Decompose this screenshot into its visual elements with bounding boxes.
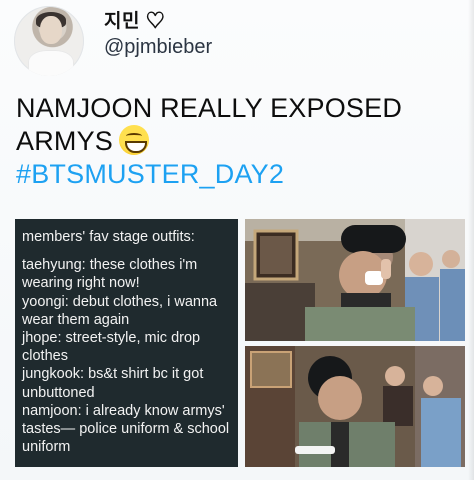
screenshot-line: tastes— police uniform & school: [22, 421, 230, 438]
tweet-line-2: ARMYS: [16, 125, 456, 158]
screenshot-line: unbuttoned: [22, 384, 95, 401]
tweet-line-1: NAMJOON REALLY EXPOSED: [16, 93, 403, 123]
user-handle[interactable]: @pjmbieber: [104, 36, 212, 59]
avatar-shirt: [28, 50, 74, 76]
edge-shadow: [468, 0, 474, 480]
photo-bottom[interactable]: [245, 346, 465, 467]
screenshot-line: taehyung: these clothes i'm: [22, 257, 198, 274]
screenshot-line: uniform: [22, 439, 71, 456]
screenshot-line: members' fav stage outfits:: [22, 229, 195, 245]
display-name[interactable]: 지민 ♡: [104, 6, 165, 33]
photo-top-drawing: [245, 219, 465, 341]
avatar-face: [40, 16, 62, 44]
screenshot-line: jhope: street-style, mic drop: [22, 330, 201, 347]
screenshot-line: namjoon: i already know armys': [22, 402, 225, 419]
photo-bottom-drawing: [245, 346, 465, 467]
screenshot-line: clothes: [22, 348, 68, 365]
screenshot-line: wear them again: [22, 311, 130, 328]
avatar[interactable]: [14, 6, 84, 76]
photo-top[interactable]: [245, 219, 465, 341]
screenshot-line: yoongi: debut clothes, i wanna: [22, 293, 218, 310]
grinning-squinting-face-emoji-icon: [119, 125, 150, 155]
tweet-text: NAMJOON REALLY EXPOSED ARMYS #BTSMUSTER_…: [16, 92, 456, 191]
tweet-line-2-text: ARMYS: [16, 126, 114, 156]
screenshot-line: wearing right now!: [22, 275, 140, 292]
screenshot-line: jungkook: bs&t shirt bc it got: [22, 366, 204, 383]
screenshot-text: members' fav stage outfits: taehyung: th…: [22, 228, 236, 456]
screenshot-panel[interactable]: members' fav stage outfits: taehyung: th…: [15, 219, 238, 467]
hashtag-link[interactable]: #BTSMUSTER_DAY2: [16, 158, 456, 191]
screenshot-spacer: [22, 246, 236, 256]
